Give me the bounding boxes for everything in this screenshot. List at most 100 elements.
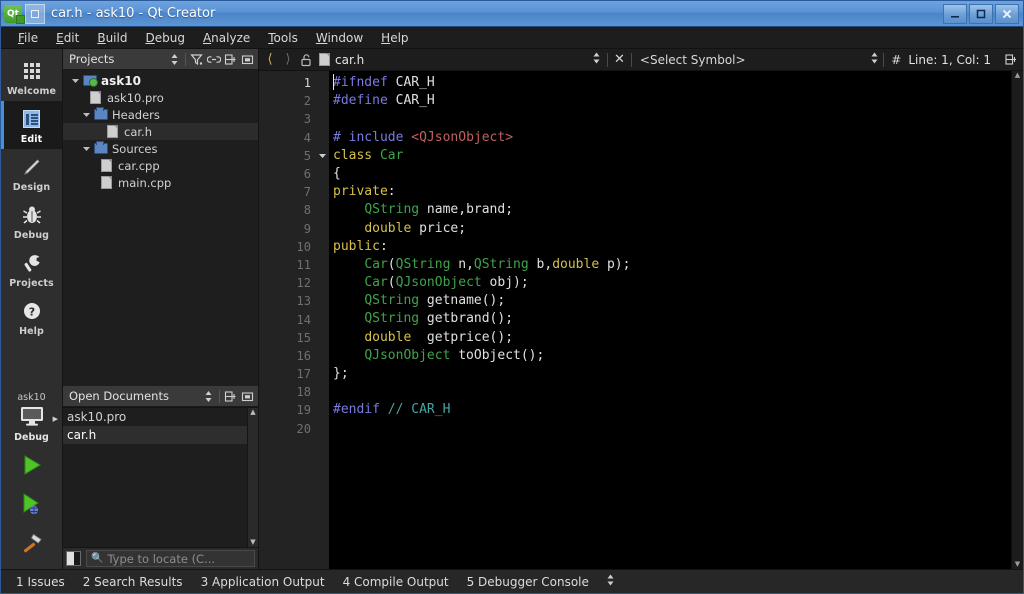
tree-label: ask10 xyxy=(101,73,141,88)
editor-scrollbar[interactable]: ▲ ▼ xyxy=(1011,71,1023,569)
code-line[interactable] xyxy=(333,420,1011,438)
tree-item-car-cpp[interactable]: car.cpp xyxy=(63,157,258,174)
tree-item-headers[interactable]: Headers xyxy=(63,106,258,123)
menu-debug[interactable]: Debug xyxy=(136,29,193,47)
project-tree[interactable]: ask10 ask10.pro Headers car.h Sources ca… xyxy=(63,70,258,386)
close-pane-icon[interactable] xyxy=(239,388,256,405)
code-token: : xyxy=(379,238,388,254)
code-token: public xyxy=(333,238,380,254)
code-line[interactable]: # include <QJsonObject> xyxy=(333,129,1011,147)
tree-item-ask10[interactable]: ask10 xyxy=(63,72,258,89)
go-back-button[interactable]: ⟨ xyxy=(261,50,279,70)
menu-file[interactable]: File xyxy=(9,29,47,47)
code-line[interactable]: Car(QString n,QString b,double p); xyxy=(333,256,1011,274)
split-editor-button[interactable] xyxy=(1001,53,1021,66)
code-line[interactable]: { xyxy=(333,165,1011,183)
tree-item-sources[interactable]: Sources xyxy=(63,140,258,157)
close-button[interactable] xyxy=(995,3,1019,24)
code-line[interactable]: #define CAR_H xyxy=(333,92,1011,110)
menu-edit[interactable]: Edit xyxy=(47,29,88,47)
code-text-area[interactable]: #ifndef CAR_H #define CAR_H # include <Q… xyxy=(329,71,1011,569)
tree-item-ask10-pro[interactable]: ask10.pro xyxy=(63,89,258,106)
code-editor[interactable]: 1 2 3 4 5 6 7 8 9 10 11 12 13 14 15 16 1 xyxy=(259,71,1023,569)
scroll-up-icon[interactable]: ▲ xyxy=(1015,72,1020,79)
code-token: #endif xyxy=(333,402,380,418)
line-number: 12 xyxy=(296,276,311,291)
scroll-up-icon[interactable]: ▲ xyxy=(250,409,255,416)
tree-item-main-cpp[interactable]: main.cpp xyxy=(63,174,258,191)
menu-help[interactable]: Help xyxy=(372,29,417,47)
code-line[interactable]: QJsonObject toObject(); xyxy=(333,347,1011,365)
maximize-button[interactable] xyxy=(969,3,993,24)
menu-analyze[interactable]: Analyze xyxy=(194,29,259,47)
code-folding-bar[interactable] xyxy=(315,71,329,569)
sidebar-toggle-icon[interactable] xyxy=(66,551,81,566)
code-line[interactable]: double price; xyxy=(333,220,1011,238)
search-input[interactable]: 🔍 Type to locate (C... xyxy=(86,550,255,567)
minimize-button[interactable] xyxy=(943,3,967,24)
close-document-button[interactable]: ✕ xyxy=(608,52,631,67)
kit-selector[interactable]: ask10 ▶ Debug xyxy=(1,389,62,447)
code-line[interactable]: QString name,brand; xyxy=(333,201,1011,219)
up-down-arrows-icon[interactable] xyxy=(166,51,183,68)
scroll-down-icon[interactable]: ▼ xyxy=(1015,561,1020,568)
mode-debug[interactable]: Debug xyxy=(1,197,62,245)
code-line[interactable] xyxy=(333,383,1011,401)
menu-build[interactable]: Build xyxy=(88,29,136,47)
chevron-down-icon[interactable] xyxy=(80,110,93,119)
mode-projects[interactable]: Projects xyxy=(1,245,62,293)
menu-window[interactable]: Window xyxy=(307,29,372,47)
open-document-car-h[interactable]: car.h xyxy=(63,426,258,444)
grid-icon xyxy=(19,58,45,84)
line-col-indicator[interactable]: Line: 1, Col: 1 xyxy=(908,53,1001,67)
run-button[interactable] xyxy=(1,447,62,486)
current-file-selector[interactable]: car.h xyxy=(315,49,607,70)
mode-help[interactable]: ? Help xyxy=(1,293,62,341)
window-title: car.h - ask10 - Qt Creator xyxy=(51,6,216,21)
mode-welcome[interactable]: Welcome xyxy=(1,53,62,101)
chevron-down-icon[interactable] xyxy=(80,144,93,153)
open-documents-scrollbar[interactable]: ▲ ▼ xyxy=(247,408,258,547)
close-pane-icon[interactable] xyxy=(239,51,256,68)
unlocked-icon[interactable] xyxy=(297,53,315,67)
code-line[interactable]: private: xyxy=(333,183,1011,201)
mode-design[interactable]: Design xyxy=(1,149,62,197)
open-document-ask10-pro[interactable]: ask10.pro xyxy=(63,408,258,426)
split-icon[interactable] xyxy=(222,388,239,405)
code-line[interactable] xyxy=(333,110,1011,128)
chevron-down-icon[interactable] xyxy=(69,76,82,85)
code-line[interactable]: }; xyxy=(333,365,1011,383)
output-button-application-output[interactable]: 3 Application Output xyxy=(192,573,334,591)
menu-tools[interactable]: Tools xyxy=(259,29,307,47)
code-line[interactable]: QString getname(); xyxy=(333,292,1011,310)
up-down-arrows-icon[interactable] xyxy=(588,52,605,67)
output-button-debugger-console[interactable]: 5 Debugger Console xyxy=(458,573,598,591)
scroll-down-icon[interactable]: ▼ xyxy=(250,539,255,546)
go-forward-button[interactable]: ⟩ xyxy=(279,50,297,70)
code-line[interactable]: QString getbrand(); xyxy=(333,310,1011,328)
symbol-selector[interactable]: <Select Symbol> xyxy=(632,50,883,70)
mode-edit[interactable]: Edit xyxy=(1,101,62,149)
output-button-issues[interactable]: 1 Issues xyxy=(7,573,74,591)
link-icon[interactable] xyxy=(205,51,222,68)
code-line[interactable]: class Car xyxy=(333,147,1011,165)
code-line[interactable]: public: xyxy=(333,238,1011,256)
up-down-arrows-icon[interactable] xyxy=(200,388,217,405)
up-down-arrows-icon[interactable] xyxy=(598,574,623,589)
code-line[interactable]: #ifndef CAR_H xyxy=(333,74,1011,92)
build-button[interactable] xyxy=(1,525,62,569)
start-debugging-button[interactable] xyxy=(1,486,62,525)
up-down-arrows-icon[interactable] xyxy=(866,52,883,67)
tree-item-car-h[interactable]: car.h xyxy=(63,123,258,140)
code-line[interactable]: Car(QJsonObject obj); xyxy=(333,274,1011,292)
output-button-compile-output[interactable]: 4 Compile Output xyxy=(334,573,458,591)
code-line[interactable]: double getprice(); xyxy=(333,329,1011,347)
line-number: 14 xyxy=(296,312,311,327)
code-line[interactable]: #endif // CAR_H xyxy=(333,401,1011,419)
fold-marker-icon[interactable] xyxy=(315,147,329,165)
open-documents-list[interactable]: ask10.pro car.h ▲ ▼ xyxy=(63,407,258,547)
document-icon[interactable] xyxy=(25,3,45,24)
output-button-search-results[interactable]: 2 Search Results xyxy=(74,573,192,591)
split-icon[interactable] xyxy=(222,51,239,68)
filter-icon[interactable] xyxy=(188,51,205,68)
